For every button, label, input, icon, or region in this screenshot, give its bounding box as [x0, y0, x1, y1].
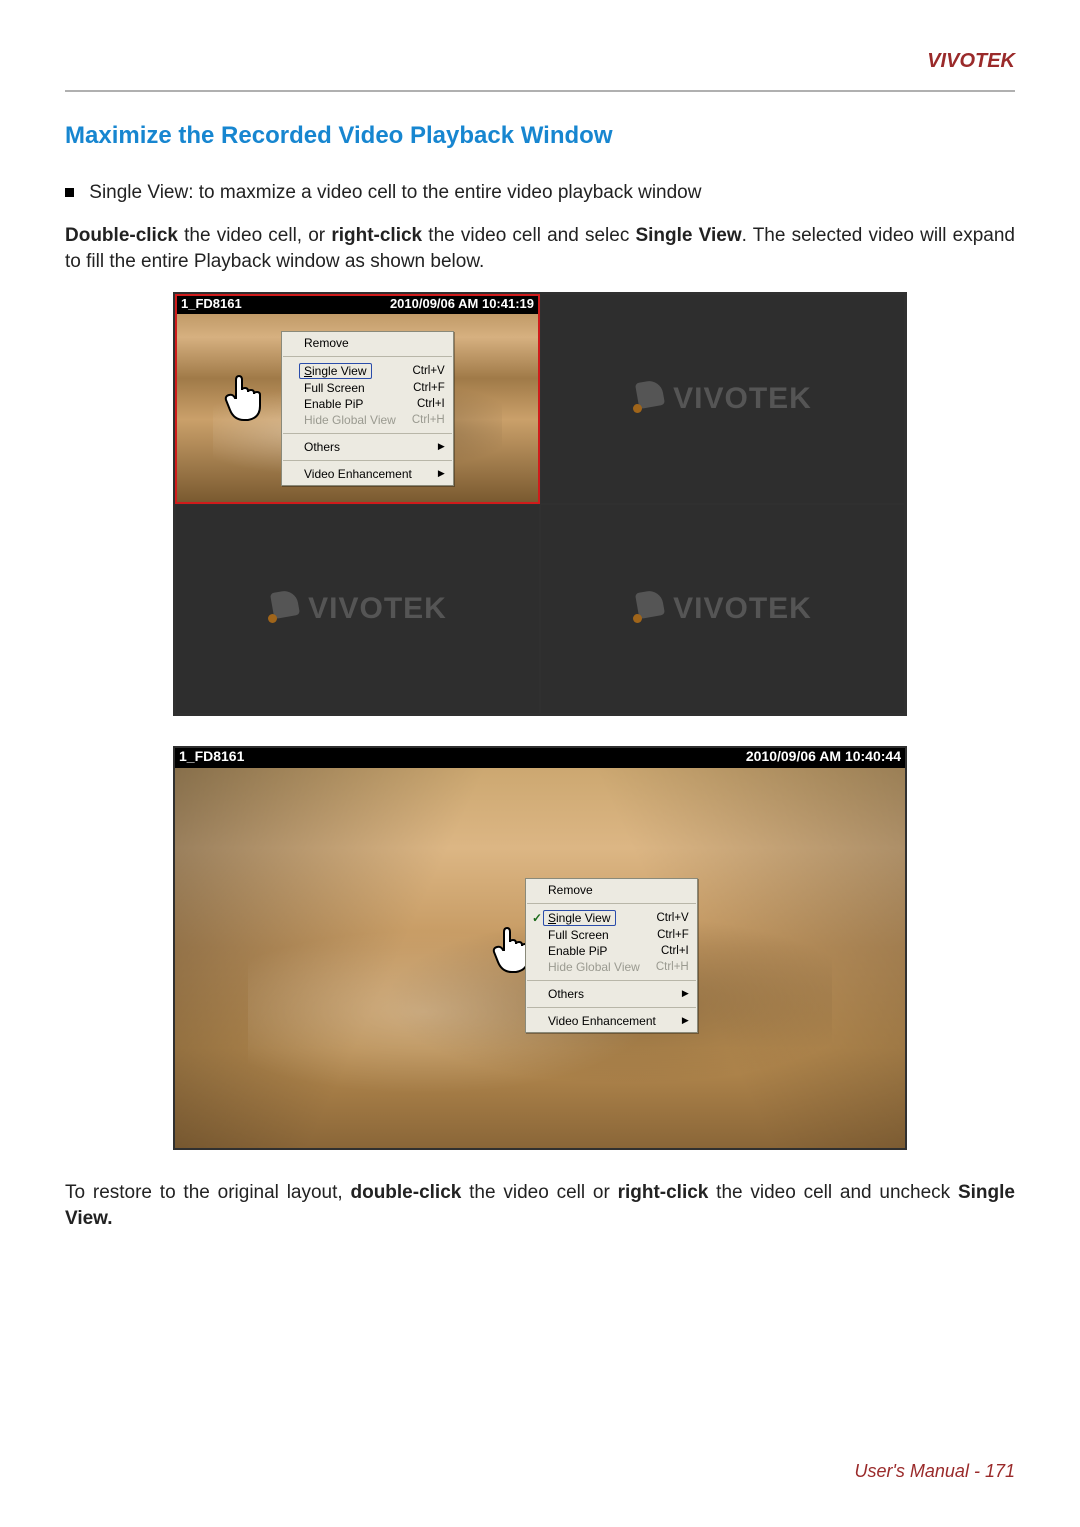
video-cell-2[interactable]: VIVOTEK [540, 294, 905, 504]
video-cell-1[interactable]: 1_FD8161 2010/09/06 AM 10:41:19 Remove S… [175, 294, 540, 504]
para2-bold-1: double-click [350, 1182, 461, 1203]
menu-separator [527, 903, 696, 904]
para1-bold-1: Double-click [65, 225, 178, 246]
figure-grid-view: 1_FD8161 2010/09/06 AM 10:41:19 Remove S… [173, 292, 907, 716]
footer-label: User's Manual - [854, 1461, 984, 1481]
menu-single-view[interactable]: Single View Ctrl+V [282, 362, 453, 380]
bullet-icon [65, 188, 74, 197]
menu-others[interactable]: Others ▶ [526, 986, 697, 1002]
menu-enable-pip-key: Ctrl+I [417, 398, 445, 410]
para2-span-1: To restore to the original layout, [65, 1182, 350, 1203]
menu-full-screen-label: Full Screen [548, 928, 609, 942]
menu-enable-pip-key: Ctrl+I [661, 945, 689, 957]
para1-bold-3: Single View [635, 225, 741, 246]
para2-span-3: the video cell and uncheck [708, 1182, 958, 1203]
menu-separator [283, 356, 452, 357]
menu-remove[interactable]: Remove [526, 882, 697, 898]
chevron-right-icon: ▶ [682, 1015, 689, 1026]
menu-hide-global-key: Ctrl+H [412, 414, 445, 426]
menu-others-label: Others [548, 987, 584, 1001]
chevron-right-icon: ▶ [438, 468, 445, 479]
cell-header: 1_FD8161 2010/09/06 AM 10:41:19 [177, 296, 538, 314]
section-title: Maximize the Recorded Video Playback Win… [65, 122, 1015, 150]
camera-label: 1_FD8161 [181, 296, 242, 314]
menu-enable-pip[interactable]: Enable PiP Ctrl+I [526, 943, 697, 959]
menu-full-screen[interactable]: Full Screen Ctrl+F [526, 927, 697, 943]
menu-video-enh-label: Video Enhancement [304, 467, 412, 481]
chevron-right-icon: ▶ [438, 441, 445, 452]
menu-video-enhancement[interactable]: Video Enhancement ▶ [282, 466, 453, 482]
menu-separator [283, 433, 452, 434]
paragraph-1: Double-click the video cell, or right-cl… [65, 223, 1015, 276]
menu-full-screen-key: Ctrl+F [413, 382, 445, 394]
menu-hide-global-label: Hide Global View [304, 413, 396, 427]
page-footer: User's Manual - 171 [854, 1461, 1015, 1482]
vivotek-mark-icon [633, 383, 665, 415]
menu-separator [283, 460, 452, 461]
vivotek-logo: VIVOTEK [633, 592, 812, 626]
footer-page-number: 171 [985, 1461, 1015, 1481]
video-cell-4[interactable]: VIVOTEK [540, 504, 905, 714]
para2-bold-2: right-click [618, 1182, 709, 1203]
vivotek-wordmark: VIVOTEK [673, 592, 812, 626]
check-icon: ✓ [532, 911, 542, 925]
menu-enable-pip[interactable]: Enable PiP Ctrl+I [282, 396, 453, 412]
para2-span-2: the video cell or [461, 1182, 617, 1203]
header-brand: VIVOTEK [927, 50, 1015, 73]
menu-full-screen-key: Ctrl+F [657, 929, 689, 941]
menu-hide-global-label: Hide Global View [548, 960, 640, 974]
vivotek-mark-icon [268, 593, 300, 625]
header-rule [65, 90, 1015, 92]
timestamp: 2010/09/06 AM 10:40:44 [746, 748, 901, 768]
menu-single-view-key: Ctrl+V [412, 365, 444, 377]
menu-others[interactable]: Others ▶ [282, 439, 453, 455]
menu-video-enh-label: Video Enhancement [548, 1014, 656, 1028]
bullet-line: Single View: to maxmize a video cell to … [65, 180, 1015, 207]
menu-hide-global-key: Ctrl+H [656, 961, 689, 973]
context-menu[interactable]: Remove Single View Ctrl+V Full Screen Ct… [281, 331, 454, 486]
menu-others-label: Others [304, 440, 340, 454]
menu-hide-global-view: Hide Global View Ctrl+H [526, 959, 697, 975]
menu-enable-pip-label: Enable PiP [548, 944, 607, 958]
menu-single-view-label: Single View [543, 910, 616, 926]
vivotek-logo: VIVOTEK [268, 592, 447, 626]
vivotek-wordmark: VIVOTEK [308, 592, 447, 626]
menu-full-screen-label: Full Screen [304, 381, 365, 395]
menu-remove[interactable]: Remove [282, 335, 453, 351]
menu-single-view[interactable]: ✓ Single View Ctrl+V [526, 909, 697, 927]
menu-video-enhancement[interactable]: Video Enhancement ▶ [526, 1013, 697, 1029]
menu-single-view-label: Single View [299, 363, 372, 379]
vivotek-wordmark: VIVOTEK [673, 382, 812, 416]
video-cell-3[interactable]: VIVOTEK [175, 504, 540, 714]
figure-single-view[interactable]: 1_FD8161 2010/09/06 AM 10:40:44 Remove ✓… [173, 746, 907, 1150]
cell-header: 1_FD8161 2010/09/06 AM 10:40:44 [175, 748, 905, 768]
para1-span-2: the video cell and selec [422, 225, 635, 246]
vivotek-mark-icon [633, 593, 665, 625]
bullet-text: Single View: to maxmize a video cell to … [89, 182, 701, 203]
menu-full-screen[interactable]: Full Screen Ctrl+F [282, 380, 453, 396]
page: VIVOTEK Maximize the Recorded Video Play… [0, 0, 1080, 1527]
menu-separator [527, 1007, 696, 1008]
camera-label: 1_FD8161 [179, 748, 244, 768]
context-menu[interactable]: Remove ✓ Single View Ctrl+V Full Screen … [525, 878, 698, 1033]
menu-single-view-key: Ctrl+V [656, 912, 688, 924]
menu-separator [527, 980, 696, 981]
hand-cursor-icon [217, 366, 269, 426]
menu-hide-global-view: Hide Global View Ctrl+H [282, 412, 453, 428]
para1-bold-2: right-click [331, 225, 422, 246]
menu-enable-pip-label: Enable PiP [304, 397, 363, 411]
vivotek-logo: VIVOTEK [633, 382, 812, 416]
chevron-right-icon: ▶ [682, 988, 689, 999]
timestamp: 2010/09/06 AM 10:41:19 [390, 296, 534, 314]
para1-span-1: the video cell, or [178, 225, 331, 246]
paragraph-2: To restore to the original layout, doubl… [65, 1180, 1015, 1233]
